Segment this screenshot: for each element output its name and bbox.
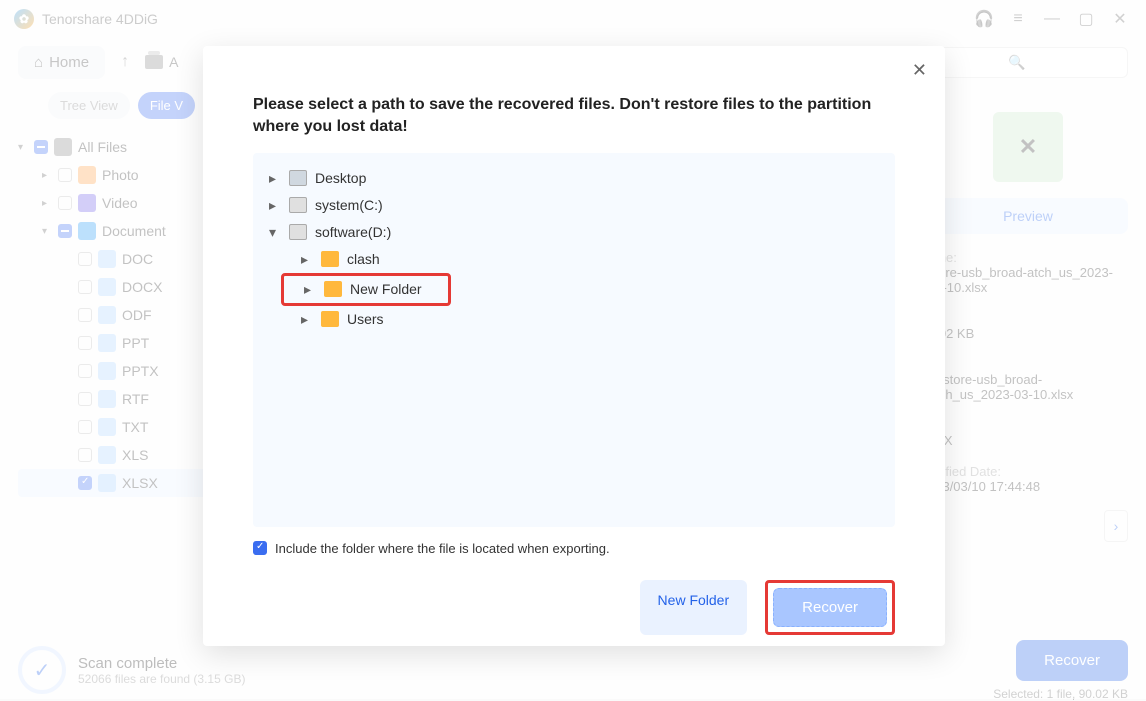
folder-software-d[interactable]: ▾ software(D:) [261,219,887,246]
folder-clash[interactable]: ▸ clash [261,246,887,273]
desktop-icon [289,170,307,186]
dialog-actions: New Folder Recover [253,580,895,635]
folder-users[interactable]: ▸ Users [261,306,887,333]
new-folder-button[interactable]: New Folder [640,580,748,635]
caret-icon[interactable]: ▸ [304,281,316,298]
folder-label: Desktop [315,170,366,186]
folder-tree: ▸ Desktop ▸ system(C:) ▾ software(D:) ▸ … [253,153,895,527]
include-option[interactable]: Include the folder where the file is loc… [253,541,895,556]
folder-system-c[interactable]: ▸ system(C:) [261,192,887,219]
include-label: Include the folder where the file is loc… [275,541,610,556]
drive-icon [289,224,307,240]
dialog-close-button[interactable]: ✕ [912,60,927,81]
folder-label: system(C:) [315,197,383,213]
dialog-recover-button[interactable]: Recover [773,588,887,627]
caret-icon[interactable]: ▸ [269,170,281,187]
caret-icon[interactable]: ▸ [269,197,281,214]
save-path-dialog: ✕ Please select a path to save the recov… [203,46,945,646]
recover-button-highlight: Recover [765,580,895,635]
folder-label: Users [347,311,384,327]
dialog-heading: Please select a path to save the recover… [253,94,895,139]
caret-icon[interactable]: ▸ [301,311,313,328]
folder-icon [321,251,339,267]
folder-icon [321,311,339,327]
folder-desktop[interactable]: ▸ Desktop [261,165,887,192]
folder-icon [324,281,342,297]
folder-label: software(D:) [315,224,391,240]
caret-icon[interactable]: ▾ [269,224,281,241]
folder-label: clash [347,251,380,267]
folder-label: New Folder [350,281,422,297]
caret-icon[interactable]: ▸ [301,251,313,268]
folder-new-folder-highlighted[interactable]: ▸ New Folder [281,273,451,306]
drive-icon [289,197,307,213]
include-checkbox[interactable] [253,541,267,555]
